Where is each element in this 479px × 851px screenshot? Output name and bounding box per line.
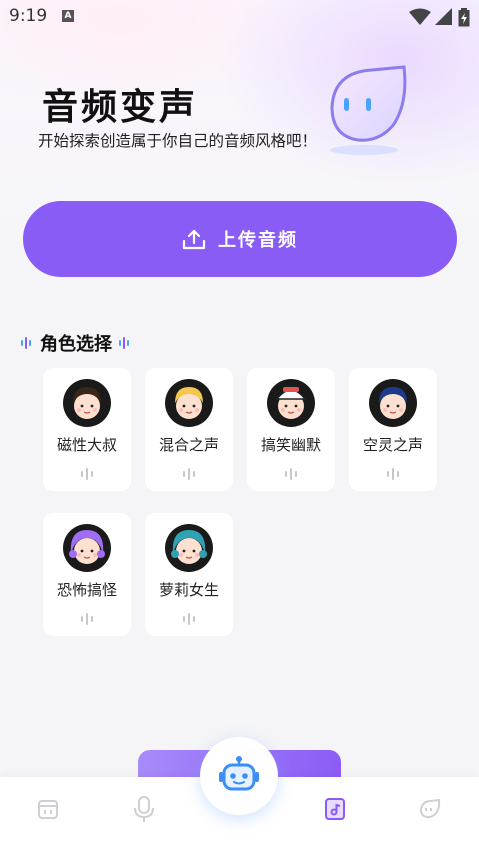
role-card-label: 空灵之声	[362, 436, 423, 454]
sound-wave-left-icon	[21, 337, 31, 349]
role-card-label: 恐怖搞怪	[56, 581, 117, 599]
sound-wave-icon	[81, 468, 93, 480]
status-time: 9:19	[9, 6, 48, 26]
notification-a-icon: A	[62, 10, 74, 22]
wifi-icon	[409, 8, 431, 25]
role-card[interactable]: 搞笑幽默	[247, 368, 335, 491]
upload-audio-button[interactable]: 上传音频	[23, 201, 457, 277]
nav-microphone[interactable]	[130, 795, 158, 823]
ethereal-avatar	[369, 379, 417, 427]
battery-icon	[458, 8, 470, 27]
uncle-avatar	[63, 379, 111, 427]
sound-wave-right-icon	[119, 337, 129, 349]
comedy-avatar	[267, 379, 315, 427]
loli-girl-avatar	[165, 524, 213, 572]
sound-wave-icon	[387, 468, 399, 480]
page-subtitle: 开始探索创造属于你自己的音频风格吧！	[38, 132, 318, 150]
music-file-icon	[325, 798, 345, 820]
role-card-label: 搞笑幽默	[260, 436, 321, 454]
mixed-voice-avatar	[165, 379, 213, 427]
mascot-illustration	[330, 65, 407, 155]
horror-avatar	[63, 524, 111, 572]
sound-wave-icon	[81, 613, 93, 625]
status-bar: 9:19 A	[0, 0, 479, 34]
nav-leaf[interactable]	[416, 795, 444, 823]
role-card-label: 混合之声	[158, 436, 219, 454]
roles-section-header: 角色选择	[20, 330, 132, 356]
cell-signal-icon	[435, 8, 452, 25]
sound-wave-icon	[183, 613, 195, 625]
upload-audio-label: 上传音频	[218, 230, 298, 251]
role-card-label: 磁性大叔	[56, 436, 117, 454]
role-card-label: 萝莉女生	[158, 581, 219, 599]
role-card[interactable]: 磁性大叔	[43, 368, 131, 491]
microphone-icon	[134, 796, 154, 822]
ai-robot-button[interactable]	[200, 737, 278, 815]
robot-icon	[219, 756, 259, 791]
nav-music-file[interactable]	[321, 795, 349, 823]
sound-wave-icon	[285, 468, 297, 480]
sound-wave-icon	[183, 468, 195, 480]
nav-calendar[interactable]	[34, 795, 62, 823]
role-card[interactable]: 空灵之声	[349, 368, 437, 491]
role-card[interactable]: 萝莉女生	[145, 513, 233, 636]
calendar-icon	[38, 800, 58, 819]
leaf-icon	[419, 798, 441, 819]
role-card[interactable]: 恐怖搞怪	[43, 513, 131, 636]
page-title: 音频变声	[42, 87, 199, 128]
role-card[interactable]: 混合之声	[145, 368, 233, 491]
upload-icon	[182, 229, 206, 250]
roles-section-title: 角色选择	[40, 334, 112, 355]
